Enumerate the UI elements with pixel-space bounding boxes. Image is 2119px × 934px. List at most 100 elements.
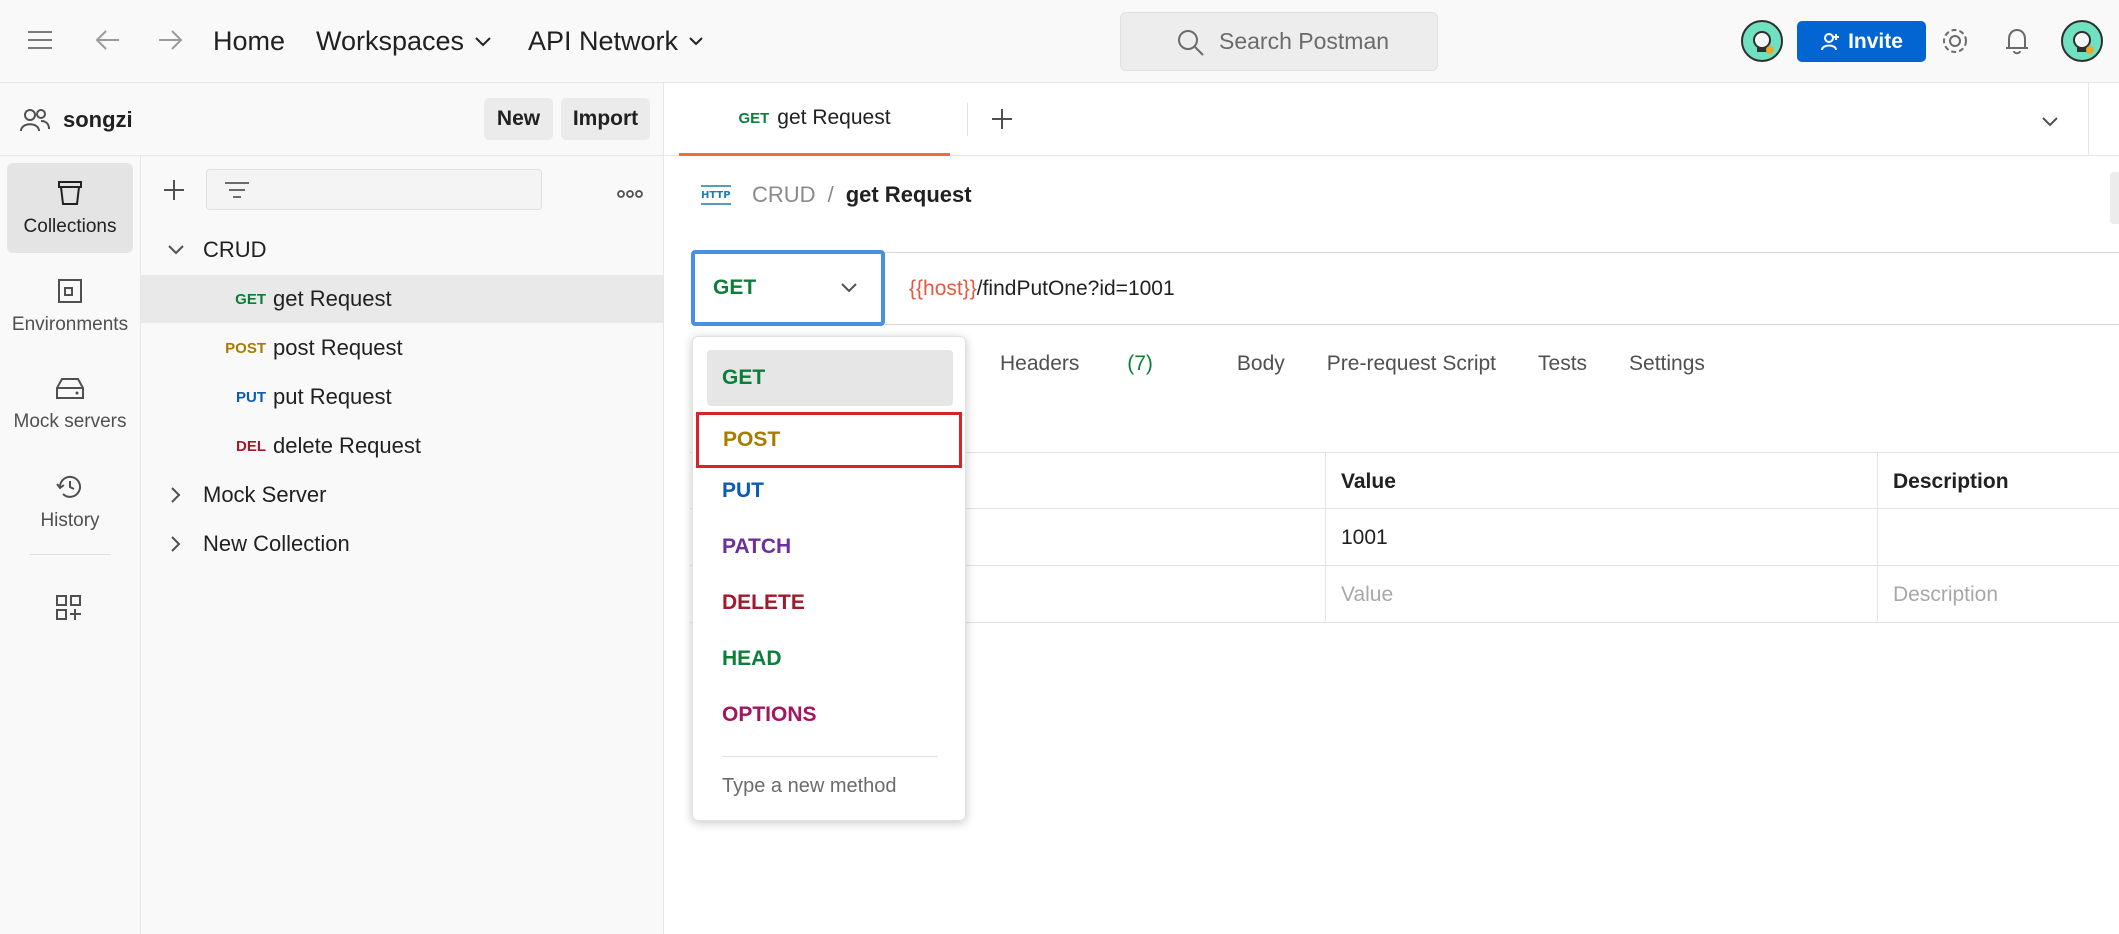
nav-home[interactable]: Home [213, 26, 285, 57]
user-avatar[interactable] [2061, 20, 2103, 62]
request-item-delete[interactable]: DEL delete Request [141, 422, 663, 470]
chevron-down-icon [841, 283, 857, 293]
menu-icon[interactable] [27, 29, 53, 51]
url-variable: {{host}} [909, 276, 977, 300]
method-option-post[interactable]: POST [696, 412, 962, 468]
sidebar-item-label: Mock servers [13, 410, 127, 432]
breadcrumb-collection[interactable]: CRUD [752, 182, 816, 208]
chevron-right-icon [171, 487, 181, 503]
nav-workspaces-label: Workspaces [316, 26, 465, 56]
request-name: delete Request [273, 433, 421, 458]
sidebar-rail: Collections Environments Mock servers Hi… [0, 156, 141, 934]
breadcrumb-separator: / [827, 182, 834, 207]
chevron-down-icon [168, 245, 184, 255]
filter-icon [224, 180, 250, 205]
breadcrumb: HTTP CRUD / get Request [700, 180, 972, 210]
sidebar-item-history[interactable]: History [7, 457, 133, 547]
collection-crud[interactable]: CRUD [141, 226, 663, 274]
sidebar-item-label: Collections [23, 215, 117, 237]
param-value-cell[interactable]: 1001 [1325, 509, 1877, 566]
method-badge: GET [235, 290, 266, 308]
request-tab-bar: GET get Request [665, 83, 2119, 156]
chevron-right-icon [171, 536, 181, 552]
sidebar-item-collections[interactable]: Collections [7, 163, 133, 253]
nav-workspaces[interactable]: Workspaces [316, 26, 492, 57]
method-option-get[interactable]: GET [707, 350, 953, 406]
nav-api-network[interactable]: API Network [528, 26, 704, 57]
forward-arrow-icon[interactable] [157, 28, 183, 52]
people-icon [19, 107, 51, 138]
request-item-get[interactable]: GET get Request [141, 275, 663, 323]
method-select[interactable]: GET [691, 250, 885, 326]
method-dropdown-menu: GET POST PUT PATCH DELETE HEAD OPTIONS T… [692, 336, 966, 821]
http-icon: HTTP [701, 185, 731, 205]
tab-method: GET [738, 109, 770, 127]
team-avatar[interactable] [1741, 20, 1783, 62]
search-placeholder: Search Postman [1219, 28, 1390, 54]
url-input[interactable]: {{host}} /findPutOne?id=1001 [885, 252, 2119, 325]
new-button[interactable]: New [484, 98, 553, 140]
invite-button[interactable]: Invite [1797, 21, 1926, 62]
environments-icon [58, 278, 82, 303]
top-bar: Home Workspaces API Network Search Postm… [0, 0, 2119, 83]
nav-api-network-label: API Network [528, 26, 679, 56]
sidebar-item-mock-servers[interactable]: Mock servers [7, 359, 133, 449]
request-item-post[interactable]: POST post Request [141, 324, 663, 372]
param-description-cell[interactable] [1877, 509, 2119, 566]
collection-mock-server[interactable]: Mock Server [141, 471, 663, 519]
tab-divider [967, 103, 968, 136]
tab-get-request[interactable]: GET get Request [679, 83, 950, 156]
history-icon [56, 475, 81, 498]
workspace-name: songzi [63, 107, 133, 132]
collections-panel: CRUD GET get Request POST post Request P… [141, 156, 664, 934]
mock-servers-icon [56, 377, 84, 399]
add-icon[interactable] [163, 179, 185, 206]
sidebar-item-environments[interactable]: Environments [7, 261, 133, 351]
import-button[interactable]: Import [561, 98, 650, 140]
bell-icon[interactable] [2004, 27, 2030, 55]
collection-new-collection[interactable]: New Collection [141, 520, 663, 568]
method-option-delete[interactable]: DELETE [693, 575, 967, 631]
param-value-placeholder[interactable]: Value [1325, 566, 1877, 623]
method-option-options[interactable]: OPTIONS [693, 687, 967, 743]
gear-icon[interactable] [1941, 27, 1969, 55]
filter-input[interactable] [206, 169, 542, 210]
back-arrow-icon[interactable] [95, 28, 121, 52]
method-option-head[interactable]: HEAD [693, 631, 967, 687]
request-name: put Request [273, 384, 392, 409]
svg-text:HTTP: HTTP [701, 190, 731, 201]
chevron-down-icon [689, 37, 703, 46]
more-options-icon[interactable] [617, 186, 643, 204]
tab-tests[interactable]: Tests [1538, 352, 1587, 376]
sidebar-item-label: History [40, 509, 100, 531]
tab-settings[interactable]: Settings [1629, 352, 1705, 376]
column-header-description: Description [1877, 453, 2119, 510]
method-badge: POST [225, 339, 266, 357]
dropdown-divider [722, 756, 938, 757]
headers-count: (7) [1127, 352, 1153, 375]
collection-name: CRUD [203, 237, 267, 262]
save-button-edge[interactable] [2110, 172, 2119, 224]
tab-headers-label: Headers [1000, 352, 1080, 375]
new-tab-icon[interactable] [991, 108, 1013, 135]
method-option-put[interactable]: PUT [693, 463, 967, 519]
column-header-value: Value [1325, 453, 1877, 510]
method-option-patch[interactable]: PATCH [693, 519, 967, 575]
new-method-input[interactable]: Type a new method [722, 775, 897, 798]
request-name: get Request [273, 286, 392, 311]
tab-prerequest-script[interactable]: Pre-request Script [1327, 352, 1496, 376]
request-subtabs: Headers (7) Body Pre-request Script Test… [1000, 352, 1747, 376]
param-description-placeholder[interactable]: Description [1877, 566, 2119, 623]
collections-icon [58, 180, 82, 205]
tabs-dropdown-icon[interactable] [2041, 114, 2059, 132]
rail-divider [29, 554, 111, 555]
breadcrumb-request: get Request [845, 182, 972, 207]
tab-headers[interactable]: Headers (7) [1000, 352, 1195, 376]
configure-sidebar-icon[interactable] [55, 594, 83, 627]
request-item-put[interactable]: PUT put Request [141, 373, 663, 421]
add-user-icon [1821, 32, 1840, 50]
tab-body[interactable]: Body [1237, 352, 1285, 376]
method-badge: DEL [236, 437, 266, 455]
search-icon [1177, 29, 1205, 57]
search-input[interactable]: Search Postman [1120, 12, 1438, 71]
